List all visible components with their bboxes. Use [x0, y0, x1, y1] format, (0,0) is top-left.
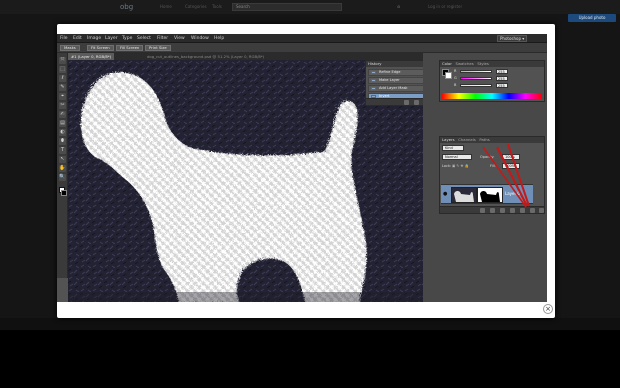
- site-nav-item[interactable]: Tools: [212, 4, 222, 9]
- page-bottom: [0, 330, 620, 388]
- site-footer-strip: [0, 318, 620, 330]
- lightbox-close-button[interactable]: ×: [543, 304, 553, 314]
- site-logo[interactable]: obg: [120, 3, 133, 11]
- site-search-input[interactable]: Search: [232, 3, 342, 11]
- annotation-arrows: [482, 143, 530, 208]
- photoshop-screenshot: File Edit Image Layer Type Select Filter…: [57, 34, 547, 302]
- site-nav-item[interactable]: Home: [160, 4, 172, 9]
- site-nav-item[interactable]: Categories: [185, 4, 207, 9]
- search-icon[interactable]: ⊙: [397, 4, 400, 9]
- upload-button[interactable]: Upload photo: [568, 14, 616, 22]
- login-link[interactable]: Log in or register: [428, 4, 462, 9]
- site-navbar: obg Home Categories Tools Search ⊙ Log i…: [0, 0, 620, 14]
